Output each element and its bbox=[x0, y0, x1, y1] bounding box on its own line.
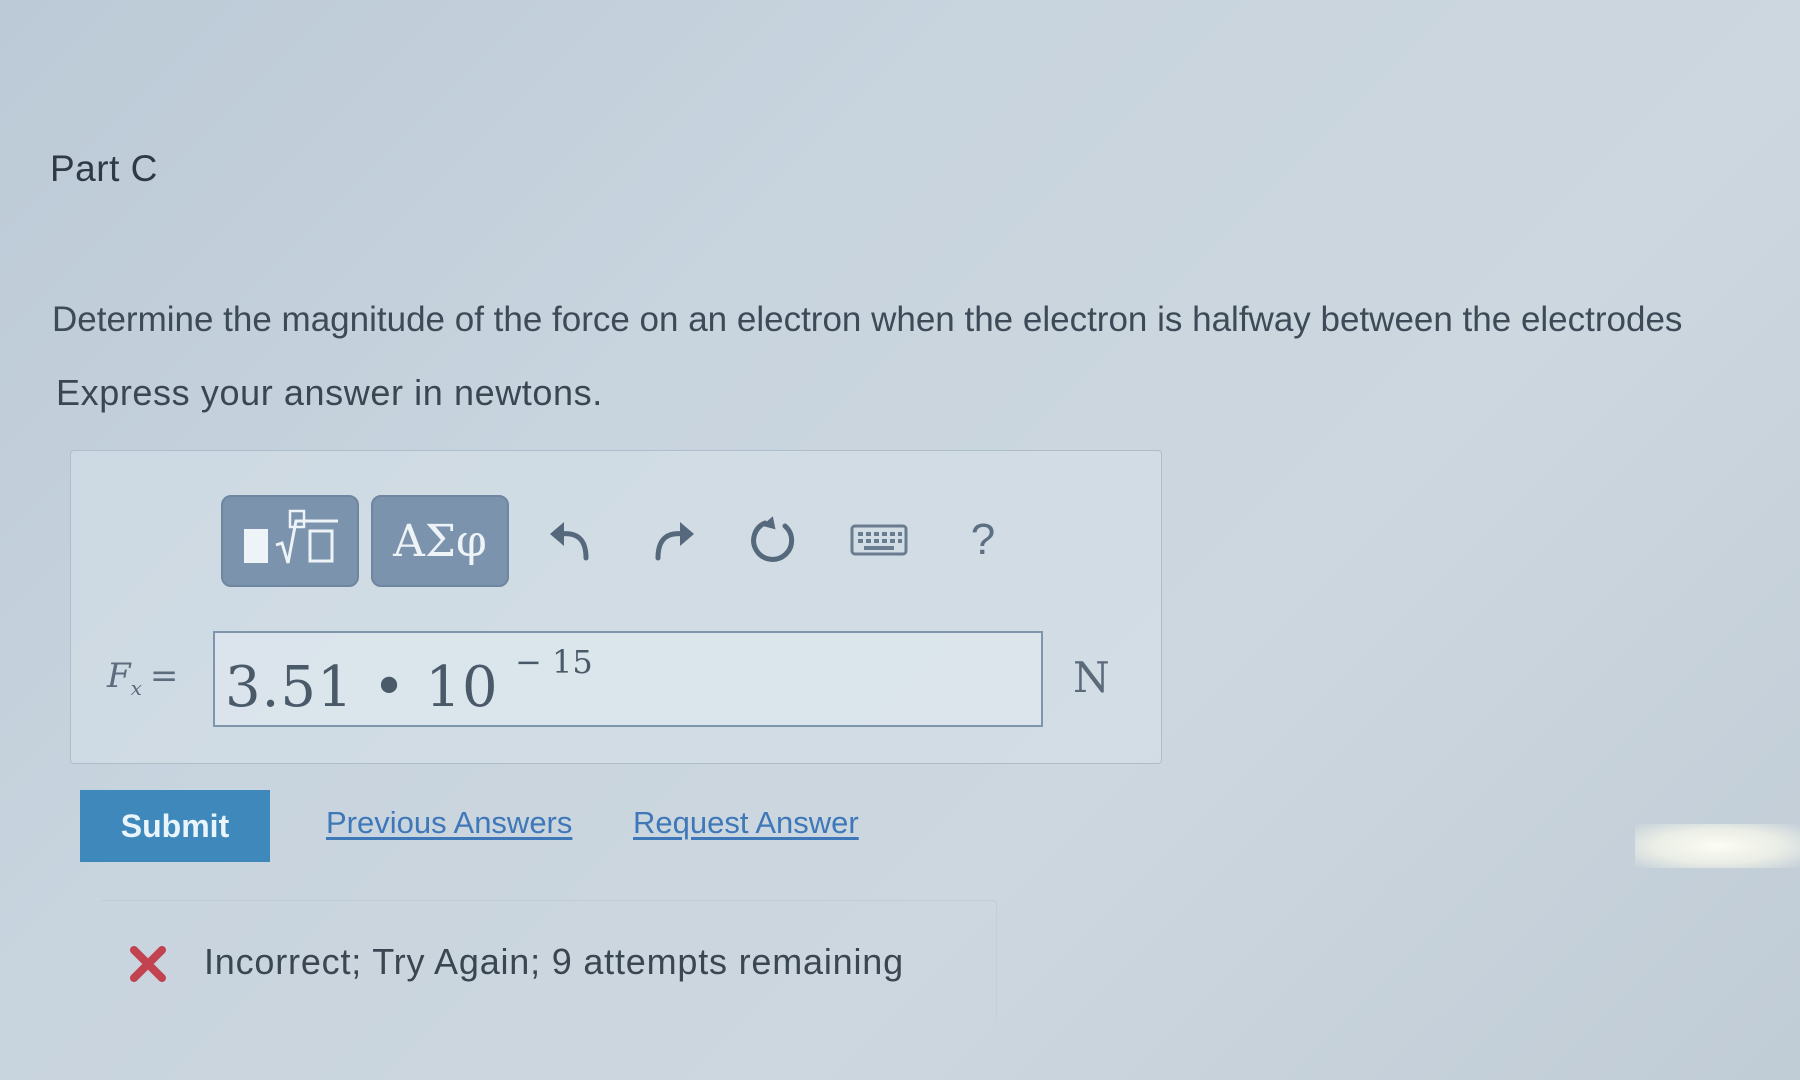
variable-label: Fx = bbox=[107, 656, 178, 700]
submit-button[interactable]: Submit bbox=[80, 790, 270, 862]
reset-icon[interactable] bbox=[741, 505, 805, 575]
feedback-box: Incorrect; Try Again; 9 attempts remaini… bbox=[100, 900, 997, 1023]
templates-button[interactable] bbox=[221, 495, 359, 587]
incorrect-x-icon bbox=[128, 944, 168, 989]
answer-value: 3.51 • 10 bbox=[225, 655, 499, 720]
variable-subscript: x bbox=[130, 675, 142, 700]
feedback-text: Incorrect; Try Again; 9 attempts remaini… bbox=[204, 941, 904, 982]
help-button[interactable]: ? bbox=[951, 505, 1015, 575]
answer-exponent: − 15 bbox=[515, 643, 593, 681]
symbols-button[interactable]: ΑΣφ bbox=[371, 495, 509, 587]
request-answer-link[interactable]: Request Answer bbox=[633, 805, 859, 841]
screen-glare bbox=[1635, 824, 1800, 868]
unit-label: N bbox=[1073, 653, 1110, 702]
previous-answers-link[interactable]: Previous Answers bbox=[326, 805, 572, 841]
templates-sqrt-icon bbox=[244, 509, 338, 564]
undo-icon[interactable] bbox=[539, 505, 603, 575]
answer-input[interactable]: 3.51 • 10 − 15 bbox=[213, 631, 1043, 727]
math-toolbar: ΑΣφ ? bbox=[221, 495, 1041, 587]
redo-icon[interactable] bbox=[641, 505, 705, 575]
answer-instruction: Express your answer in newtons. bbox=[56, 372, 603, 413]
equals-sign: = bbox=[149, 656, 179, 696]
variable-name: F bbox=[107, 656, 131, 696]
keyboard-icon[interactable] bbox=[839, 505, 919, 575]
question-prompt: Determine the magnitude of the force on … bbox=[52, 300, 1683, 339]
part-title: Part C bbox=[50, 148, 158, 189]
answer-panel: ΑΣφ ? Fx = 3.51 • 10 − 15 N bbox=[70, 450, 1162, 764]
